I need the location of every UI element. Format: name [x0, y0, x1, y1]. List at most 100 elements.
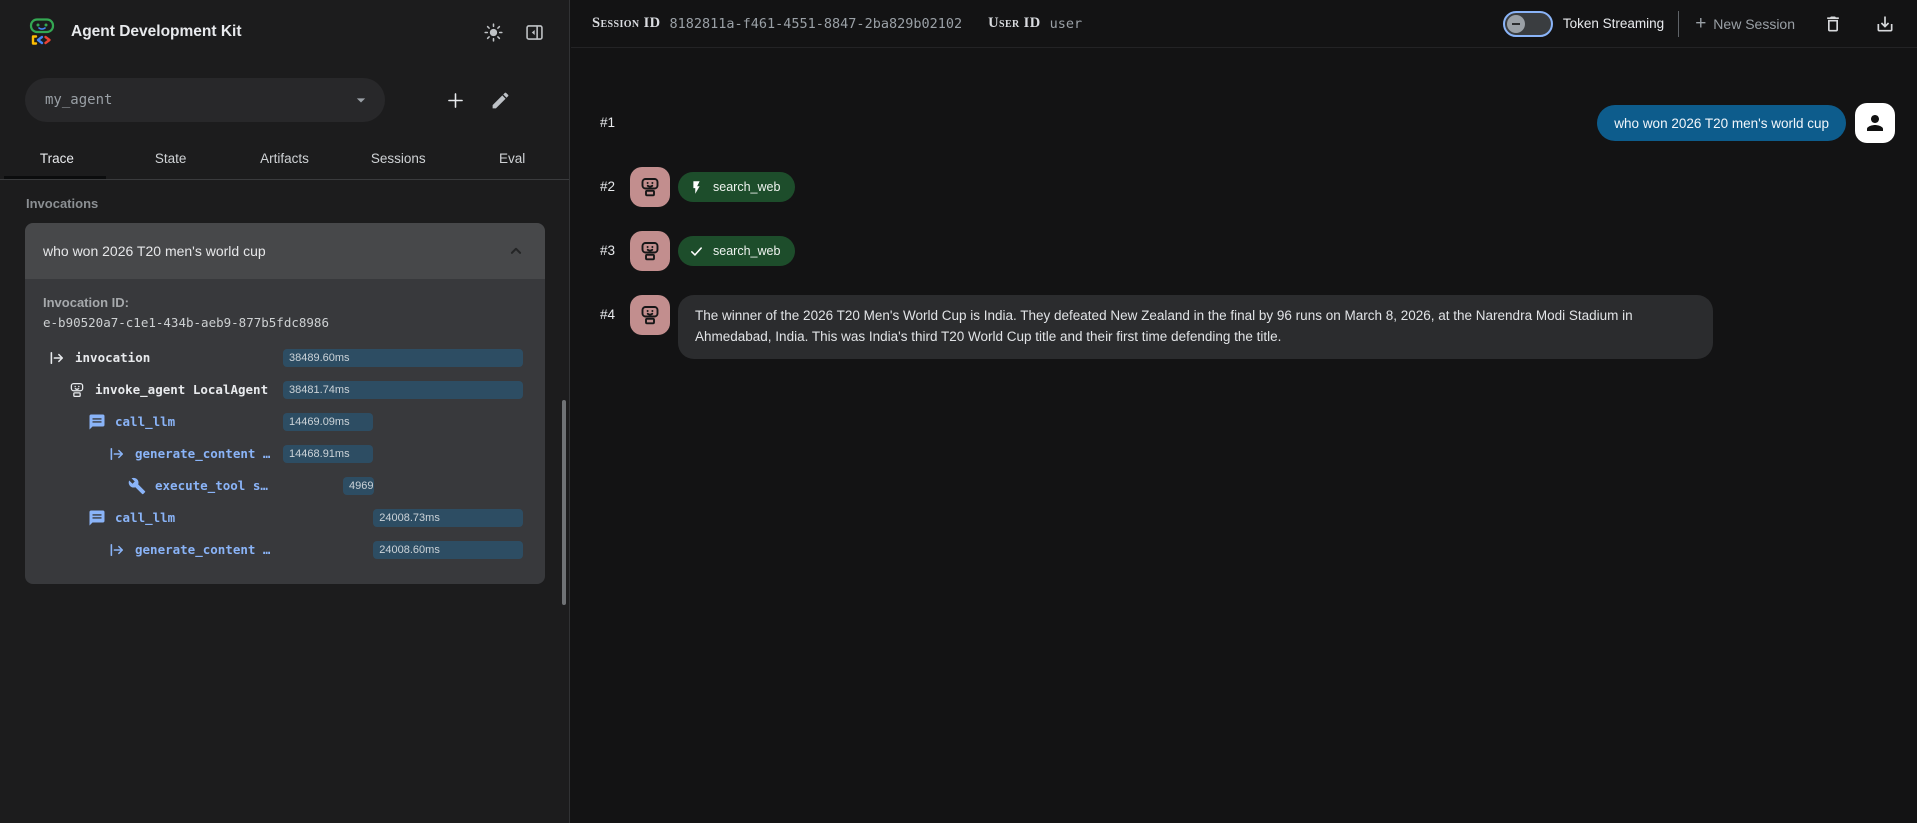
tab-eval[interactable]: Eval: [455, 138, 569, 179]
message-index: #1: [600, 115, 616, 130]
chip-label: search_web: [713, 180, 781, 194]
toggle-knob: [1506, 14, 1525, 33]
trace-span-bar: 38481.74ms: [283, 381, 523, 399]
user-id-value: user: [1049, 15, 1083, 32]
function-call-chip[interactable]: search_web: [678, 236, 796, 266]
trace-span-row[interactable]: call_llm 24008.73ms: [25, 502, 545, 534]
trace-span-label: generate_content …: [135, 542, 271, 557]
trace-span-row[interactable]: generate_content … 24008.60ms: [25, 534, 545, 566]
invocation-id-label: Invocation ID:: [43, 295, 129, 310]
robot-icon: [641, 242, 659, 261]
invocation-accordion-header[interactable]: who won 2026 T20 men's world cup: [25, 223, 545, 279]
theme-toggle-button[interactable]: [479, 18, 508, 47]
trace-span-bar: 14468.91ms: [283, 445, 374, 463]
session-topbar: Session ID 8182811a-f461-4551-8847-2ba82…: [571, 0, 1917, 48]
person-icon: [1867, 115, 1883, 131]
robot-icon: [641, 306, 659, 325]
bot-avatar: [630, 167, 670, 207]
function-call-chip[interactable]: search_web: [678, 172, 796, 202]
start-arrow-icon: [110, 543, 124, 557]
chat-icon: [89, 414, 105, 430]
new-session-label: New Session: [1713, 15, 1795, 32]
panel-collapse-icon: [526, 24, 543, 40]
invocation-id-value: e-b90520a7-c1e1-434b-aeb9-877b5fdc8986: [43, 315, 329, 330]
agent-select-value: my_agent: [45, 92, 113, 108]
topbar-divider: [1678, 10, 1680, 37]
new-session-button[interactable]: + New Session: [1695, 14, 1795, 33]
app-title: Agent Development Kit: [71, 23, 242, 40]
robot-icon: [70, 382, 84, 398]
collapse-panel-button[interactable]: [520, 18, 549, 47]
token-streaming-label: Token Streaming: [1562, 16, 1665, 31]
agent-row: my_agent: [0, 64, 569, 132]
trace-span-row[interactable]: invoke_agent LocalAgent 38481.74ms: [25, 374, 545, 406]
trace-span-bar: 24008.73ms: [373, 509, 523, 527]
start-arrow-icon: [110, 447, 124, 461]
token-streaming-toggle[interactable]: [1502, 10, 1553, 37]
bot-avatar: [630, 231, 670, 271]
trace-span-row[interactable]: generate_content … 14468.91ms: [25, 438, 545, 470]
chip-label: search_web: [713, 244, 781, 258]
message-index: #3: [600, 243, 616, 258]
trace-span-bar: 38489.60ms: [283, 349, 523, 367]
message-index: #2: [600, 179, 616, 194]
tab-trace[interactable]: Trace: [0, 138, 114, 179]
bot-avatar: [630, 295, 670, 335]
sidebar-scrollbar-thumb[interactable]: [562, 400, 566, 605]
user-id-label: User ID: [988, 15, 1041, 31]
invocation-card: who won 2026 T20 men's world cup Invocat…: [25, 223, 545, 584]
robot-icon: [641, 178, 659, 197]
sidebar: Agent Development Kit my_agent Trace Sta…: [0, 0, 570, 823]
delete-session-button[interactable]: [1819, 10, 1847, 38]
sun-icon: [484, 22, 503, 42]
trace-span-row[interactable]: execute_tool s… 4969.7: [25, 470, 545, 502]
agent-select-dropdown[interactable]: my_agent: [25, 78, 385, 122]
trace-span-row[interactable]: call_llm 14469.09ms: [25, 406, 545, 438]
adk-app: Agent Development Kit my_agent Trace Sta…: [0, 0, 1917, 823]
trace-span-label: generate_content …: [135, 446, 271, 461]
trace-span-bar: 24008.60ms: [373, 541, 523, 559]
bot-message-bubble: The winner of the 2026 T20 Men's World C…: [678, 295, 1713, 359]
user-message-bubble: who won 2026 T20 men's world cup: [1597, 105, 1846, 141]
sidebar-toolbar: Agent Development Kit: [0, 0, 569, 64]
chevron-up-icon: [510, 247, 522, 254]
sidebar-tabs: Trace State Artifacts Sessions Eval: [0, 138, 569, 180]
trace-span-bar: 14469.09ms: [283, 413, 374, 431]
trace-span-bar: 4969.7: [342, 477, 374, 495]
trace-span-label: invoke_agent LocalAgent: [95, 382, 269, 397]
chevron-down-icon: [356, 98, 366, 103]
invocations-section-title: Invocations: [26, 196, 99, 211]
message-row: #3 search_web: [600, 231, 1895, 271]
user-avatar: [1855, 103, 1895, 143]
invocation-question: who won 2026 T20 men's world cup: [43, 243, 266, 259]
chat-area: #1 who won 2026 T20 men's world cup #2 sear…: [571, 48, 1917, 359]
trace-span-label: call_llm: [115, 414, 176, 429]
trace-span-row[interactable]: invocation 38489.60ms: [25, 342, 545, 374]
trace-span-label: invocation: [75, 350, 151, 365]
minus-icon: [1511, 22, 1520, 25]
plus-icon: +: [1695, 13, 1707, 34]
wrench-icon: [128, 477, 146, 495]
export-session-button[interactable]: [1871, 10, 1899, 38]
start-arrow-icon: [50, 351, 64, 365]
check-icon: [691, 246, 702, 256]
message-row: #4 The winner of the 2026 T20 Men's World…: [600, 295, 1895, 359]
tab-sessions[interactable]: Sessions: [341, 138, 455, 179]
message-row: #2 search_web: [600, 167, 1895, 207]
adk-logo-icon: [29, 18, 55, 45]
trace-span-label: call_llm: [115, 510, 176, 525]
trash-icon: [1827, 16, 1839, 31]
message-index: #4: [600, 307, 616, 322]
invocation-body: Invocation ID: e-b90520a7-c1e1-434b-aeb9…: [25, 279, 545, 584]
message-row: #1 who won 2026 T20 men's world cup: [600, 103, 1895, 143]
session-id-value: 8182811a-f461-4551-8847-2ba829b02102: [669, 15, 963, 32]
tab-state[interactable]: State: [114, 138, 228, 179]
bolt-icon: [693, 180, 700, 194]
plus-icon: [448, 92, 463, 108]
trace-tree: invocation 38489.60ms invoke_agent LocalAg…: [25, 342, 545, 566]
add-session-button[interactable]: [441, 86, 470, 115]
tab-artifacts[interactable]: Artifacts: [228, 138, 342, 179]
trace-span-label: execute_tool s…: [155, 478, 268, 493]
session-id-label: Session ID: [592, 15, 661, 31]
edit-agent-button[interactable]: [486, 86, 515, 115]
